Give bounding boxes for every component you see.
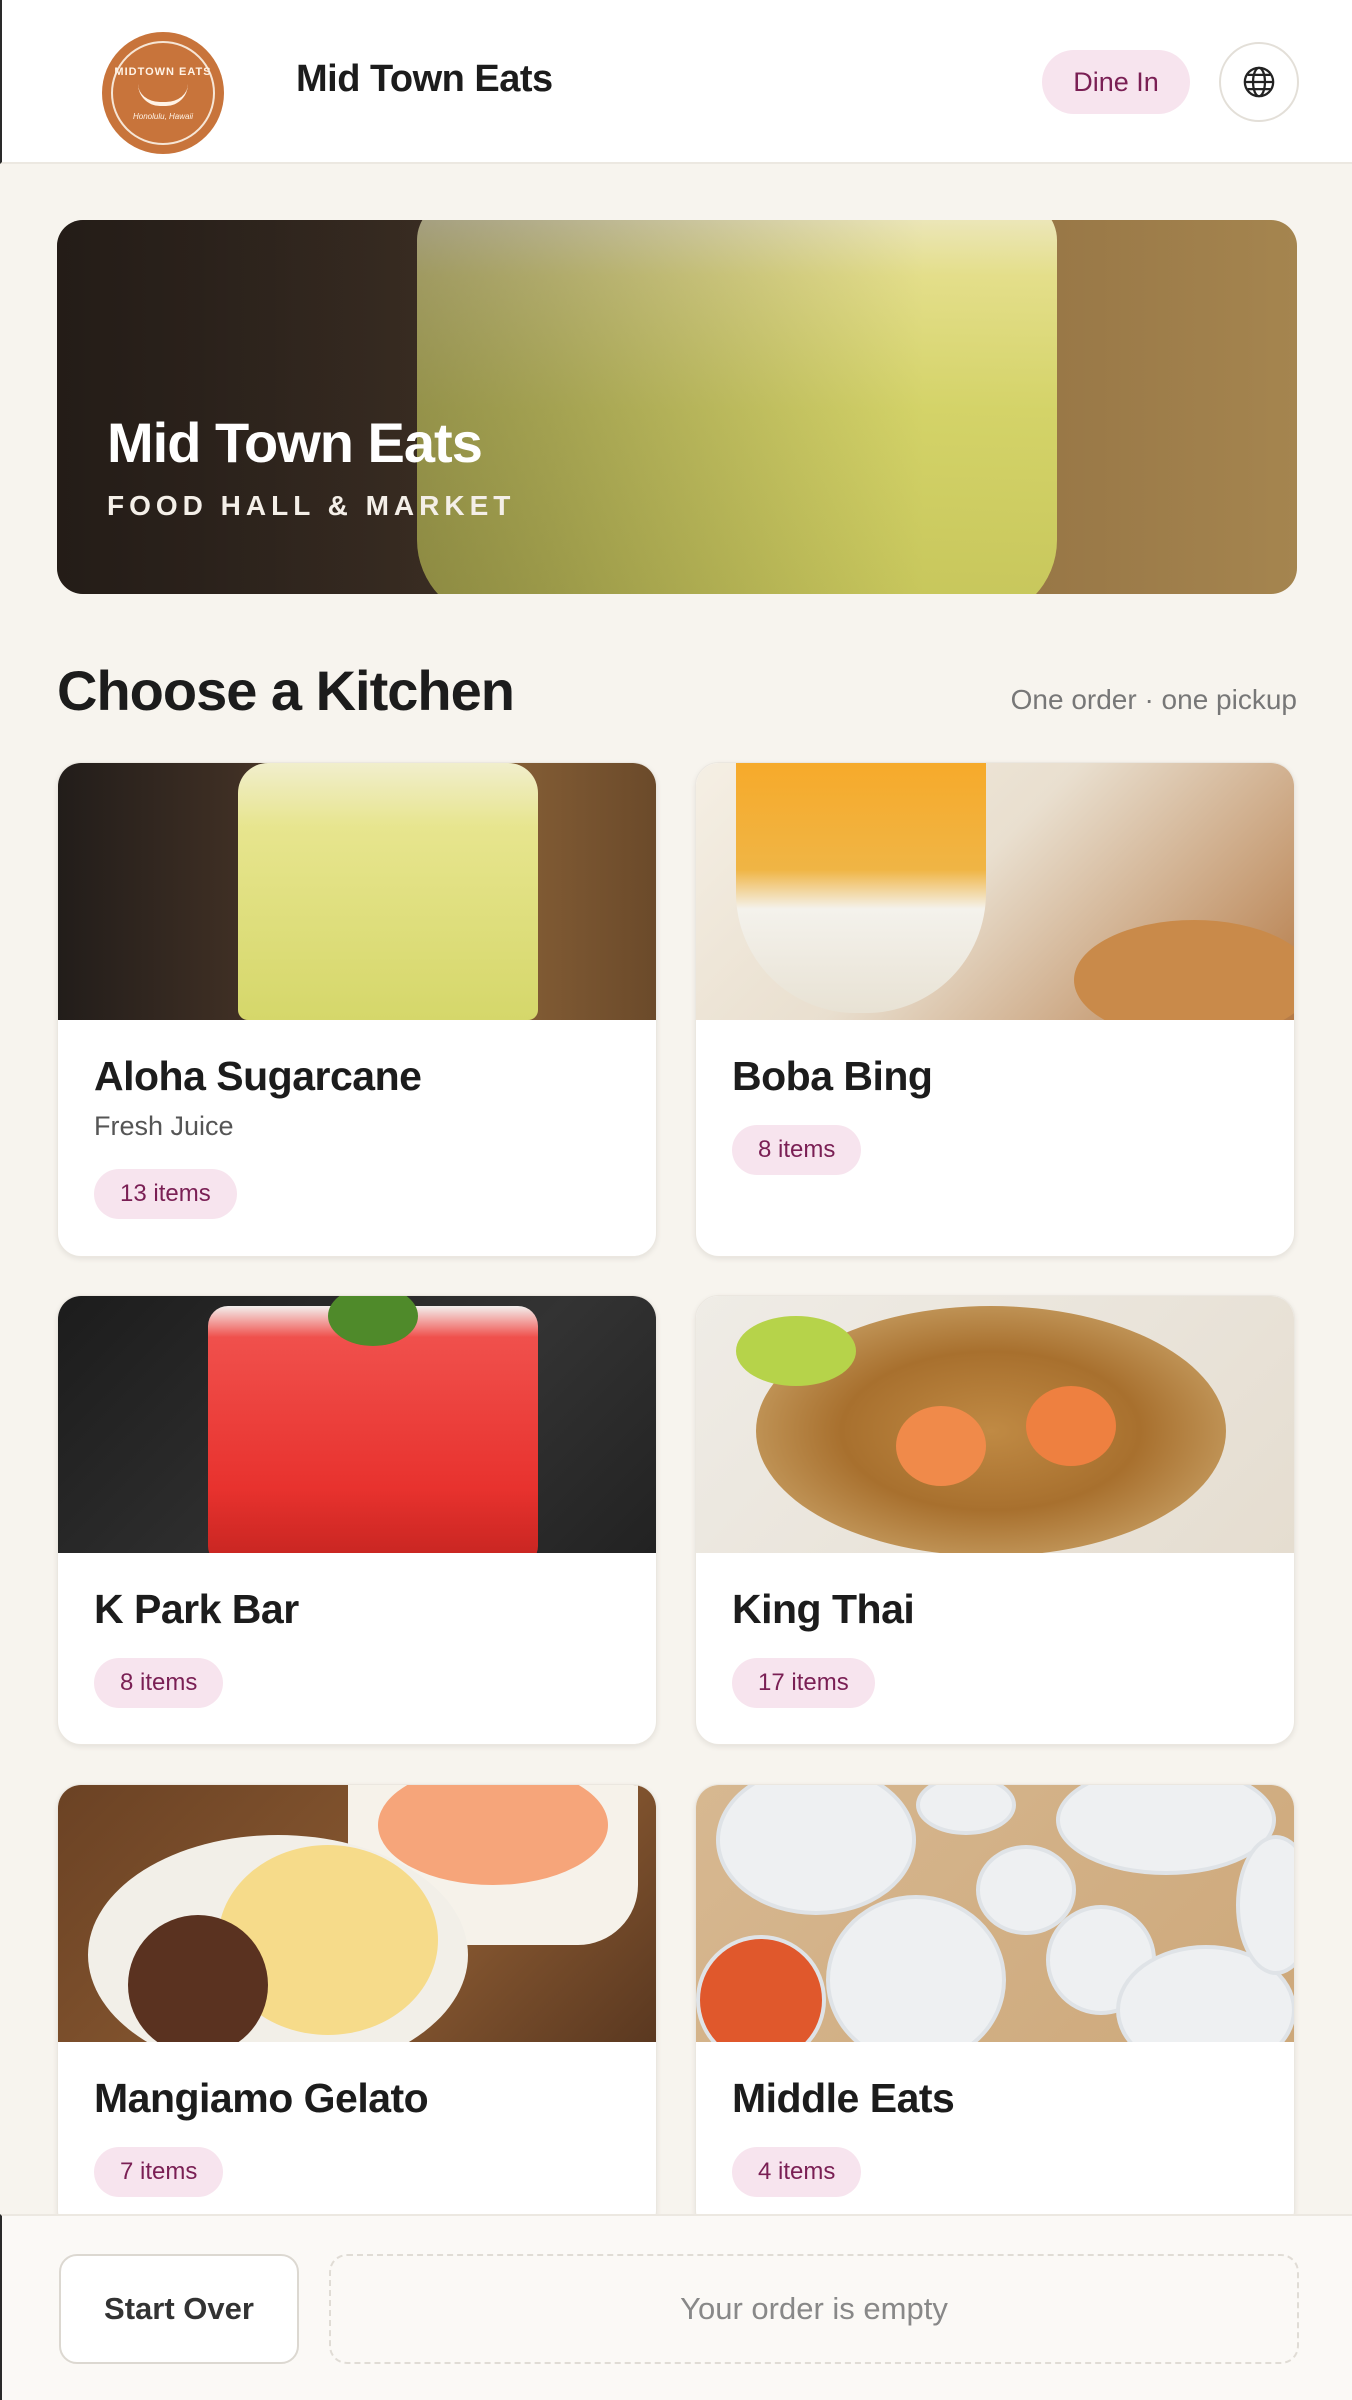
plate-image <box>716 1785 916 1915</box>
item-count-badge: 4 items <box>732 2147 862 2197</box>
kitchen-image <box>696 1785 1294 2042</box>
kitchen-card-boba-bing[interactable]: Boba Bing 8 items <box>695 762 1295 1257</box>
hero-title: Mid Town Eats <box>107 411 483 474</box>
juice-cup-image <box>238 763 538 1020</box>
order-summary[interactable]: Your order is empty <box>329 2254 1299 2364</box>
logo-bowl-icon <box>138 84 188 106</box>
shrimp-image <box>896 1406 986 1486</box>
item-count-badge: 13 items <box>94 1169 237 1219</box>
shrimp-image <box>1026 1386 1116 1466</box>
brand-title: Mid Town Eats <box>296 58 553 100</box>
logo-ring: MIDTOWN EATS Honolulu, Hawaii <box>111 41 215 145</box>
logo-text-top: MIDTOWN EATS <box>114 65 212 78</box>
kitchen-image <box>696 1296 1294 1553</box>
hero-overlay <box>57 220 1297 594</box>
section-title: Choose a Kitchen <box>57 659 515 722</box>
kitchen-name: King Thai <box>732 1586 915 1632</box>
kitchen-card-mangiamo-gelato[interactable]: Mangiamo Gelato 7 items <box>57 1784 657 2234</box>
soup-bowl-image <box>696 1935 826 2042</box>
hero-subtitle: FOOD HALL & MARKET <box>107 490 516 521</box>
kitchen-name: Aloha Sugarcane <box>94 1053 422 1099</box>
language-button[interactable] <box>1219 42 1299 122</box>
kitchen-image <box>58 763 656 1020</box>
kitchen-card-k-park-bar[interactable]: K Park Bar 8 items <box>57 1295 657 1745</box>
kitchen-image <box>696 763 1294 1020</box>
boba-cup-image <box>736 763 986 1013</box>
logo-text-bottom: Honolulu, Hawaii <box>132 111 194 121</box>
start-over-button[interactable]: Start Over <box>59 2254 299 2364</box>
plate-image <box>916 1785 1016 1835</box>
kitchen-card-aloha-sugarcane[interactable]: Aloha Sugarcane Fresh Juice 13 items <box>57 762 657 1257</box>
kitchen-card-middle-eats[interactable]: Middle Eats 4 items <box>695 1784 1295 2234</box>
crepe-image <box>1074 920 1294 1020</box>
kitchen-name: Mangiamo Gelato <box>94 2075 429 2121</box>
item-count-badge: 8 items <box>94 1658 224 1708</box>
hero-banner: Mid Town Eats FOOD HALL & MARKET <box>57 220 1297 594</box>
kitchen-image <box>58 1296 656 1553</box>
plate-image <box>826 1895 1006 2042</box>
kitchen-name: K Park Bar <box>94 1586 299 1632</box>
order-footer: Start Over Your order is empty <box>0 2214 1352 2400</box>
kitchen-card-king-thai[interactable]: King Thai 17 items <box>695 1295 1295 1745</box>
kitchen-name: Middle Eats <box>732 2075 955 2121</box>
lime-wedge-image <box>736 1316 856 1386</box>
item-count-badge: 7 items <box>94 2147 224 2197</box>
kitchen-description: Fresh Juice <box>94 1111 234 1141</box>
globe-icon <box>1243 66 1275 98</box>
kitchen-name: Boba Bing <box>732 1053 933 1099</box>
plate-image <box>1056 1785 1276 1875</box>
item-count-badge: 8 items <box>732 1125 862 1175</box>
gelato-scoop-image <box>128 1915 268 2042</box>
section-note: One order · one pickup <box>1010 684 1297 715</box>
kitchen-image <box>58 1785 656 2042</box>
dine-in-button[interactable]: Dine In <box>1042 50 1190 114</box>
item-count-badge: 17 items <box>732 1658 875 1708</box>
brand-logo[interactable]: MIDTOWN EATS Honolulu, Hawaii <box>102 32 224 154</box>
top-header: MIDTOWN EATS Honolulu, Hawaii Mid Town E… <box>0 0 1352 164</box>
